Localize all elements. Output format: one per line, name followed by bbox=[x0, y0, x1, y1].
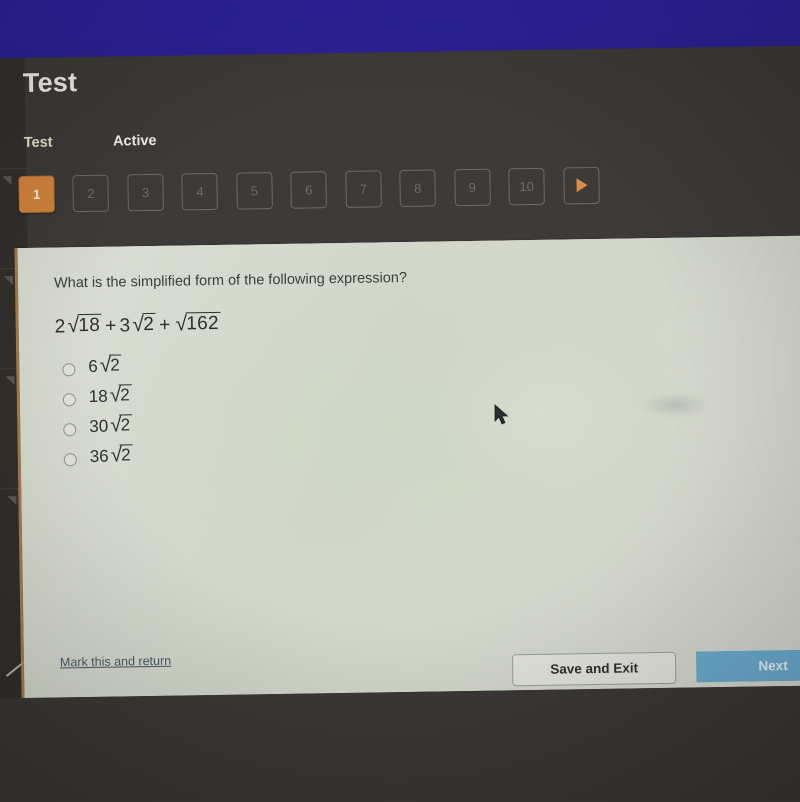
mark-this-and-return-link[interactable]: Mark this and return bbox=[60, 654, 171, 670]
expr-term-3-radicand: 162 bbox=[185, 311, 222, 336]
play-triangle-icon bbox=[575, 178, 588, 193]
tab-active[interactable]: Active bbox=[113, 133, 157, 150]
choice-4-radicand: 2 bbox=[120, 444, 133, 466]
expr-term-2-radical: √2 bbox=[130, 312, 157, 337]
next-page-arrow-button[interactable] bbox=[562, 166, 600, 205]
choice-4-coefficient: 36 bbox=[89, 446, 109, 466]
expr-term-1-radical: √18 bbox=[65, 313, 103, 339]
photo-scene: Test Test Active 1 2 3 4 5 6 7 8 9 10 Wh… bbox=[0, 0, 800, 802]
answer-choice-3-label: 30√2 bbox=[89, 413, 133, 437]
expr-operator-1: + bbox=[104, 315, 117, 337]
page-button-8[interactable]: 8 bbox=[399, 169, 437, 208]
page-title: Test bbox=[22, 67, 78, 98]
screen-surface: Test Test Active 1 2 3 4 5 6 7 8 9 10 Wh… bbox=[0, 0, 800, 802]
page-button-9[interactable]: 9 bbox=[453, 168, 491, 207]
page-button-10[interactable]: 10 bbox=[508, 167, 545, 206]
page-button-1[interactable]: 1 bbox=[18, 175, 55, 214]
expr-term-1-coefficient: 2 bbox=[54, 316, 66, 338]
answer-choice-1-label: 6√2 bbox=[88, 354, 122, 377]
save-and-exit-button[interactable]: Save and Exit bbox=[511, 651, 677, 687]
expr-term-3-radical: √162 bbox=[173, 311, 222, 337]
answer-choice-4-label: 36√2 bbox=[89, 443, 133, 467]
choice-3-radicand: 2 bbox=[119, 414, 133, 436]
question-panel: What is the simplified form of the follo… bbox=[14, 235, 800, 699]
expr-term-2-radicand: 2 bbox=[142, 312, 157, 337]
question-expression: 2√18 +3√2 + √162 bbox=[54, 311, 222, 339]
page-button-5[interactable]: 5 bbox=[236, 172, 273, 210]
expr-term-1-radicand: 18 bbox=[77, 313, 103, 338]
choice-3-coefficient: 30 bbox=[89, 416, 109, 436]
page-button-3[interactable]: 3 bbox=[127, 173, 164, 212]
tab-test[interactable]: Test bbox=[24, 135, 53, 151]
choice-1-coefficient: 6 bbox=[88, 356, 98, 376]
answer-choice-2-label: 18√2 bbox=[88, 383, 132, 407]
next-button[interactable]: Next bbox=[696, 649, 800, 683]
page-button-6[interactable]: 6 bbox=[290, 171, 328, 209]
radio-button-4[interactable] bbox=[63, 453, 77, 467]
choice-2-radicand: 2 bbox=[119, 384, 132, 406]
choice-2-coefficient: 18 bbox=[88, 386, 108, 406]
expr-term-2-coefficient: 3 bbox=[119, 315, 131, 337]
choice-1-radicand: 2 bbox=[109, 354, 122, 376]
page-button-2[interactable]: 2 bbox=[72, 174, 110, 213]
expr-operator-2: + bbox=[158, 314, 171, 336]
radio-button-3[interactable] bbox=[63, 423, 77, 437]
panel-background bbox=[17, 235, 800, 699]
page-button-4[interactable]: 4 bbox=[181, 172, 219, 211]
page-button-7[interactable]: 7 bbox=[345, 170, 382, 208]
below-panel-chrome bbox=[0, 685, 800, 802]
tab-bar: Test Active bbox=[24, 132, 157, 152]
arrow-pointer-icon bbox=[494, 404, 510, 426]
